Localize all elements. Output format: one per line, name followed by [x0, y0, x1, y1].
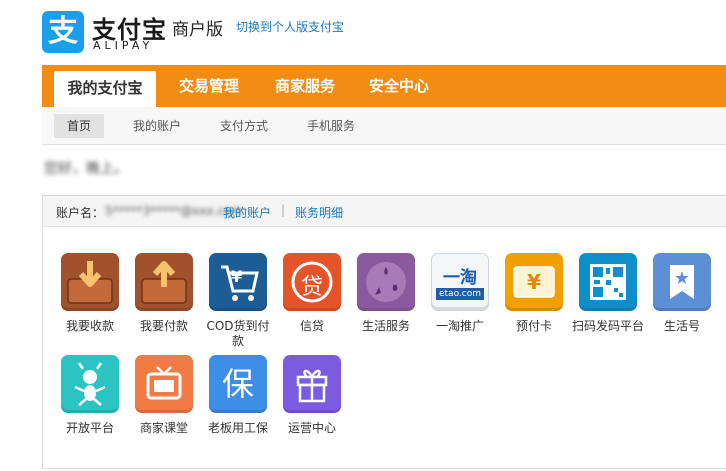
app-pay-money[interactable]: 我要付款	[127, 253, 201, 334]
qr-code-icon	[579, 253, 637, 311]
subtab-payment-methods[interactable]: 支付方式	[209, 114, 279, 138]
app-label: 我要付款	[139, 319, 188, 333]
app-receive-money[interactable]: 我要收款	[53, 253, 127, 334]
insurance-glyph: 保	[221, 365, 254, 403]
subtab-my-account[interactable]: 我的账户	[122, 114, 192, 138]
app-label: 生活号	[663, 319, 700, 333]
app-label: 商家课堂	[139, 421, 188, 435]
etao-glyph: 一淘	[443, 268, 477, 288]
app-label: 预付卡	[515, 319, 552, 333]
prepaid-card-icon: ¥	[505, 253, 563, 311]
subtab-mobile-services[interactable]: 手机服务	[296, 114, 366, 138]
app-life-service[interactable]: 生活服务	[349, 253, 423, 334]
statement-link[interactable]: 账务明细	[295, 204, 343, 221]
pay-money-icon	[135, 253, 193, 311]
app-label: 扫码发码平台	[571, 319, 644, 333]
credit-loan-icon: 贷	[283, 253, 341, 311]
app-label: 信贷	[299, 319, 324, 333]
tab-my-alipay[interactable]: 我的支付宝	[54, 71, 156, 107]
app-label: COD货到付款	[206, 319, 270, 348]
app-operation-center[interactable]: 运营中心	[275, 355, 349, 436]
etao-subtext: etao.com	[436, 288, 484, 300]
cod-cart-icon: ¥	[209, 253, 267, 311]
app-etao[interactable]: 一淘 etao.com 一淘推广	[423, 253, 497, 334]
main-nav: 我的支付宝 交易管理 商家服务 安全中心	[42, 65, 726, 107]
etao-icon: 一淘 etao.com	[431, 253, 489, 311]
app-life-account[interactable]: ★ 生活号	[645, 253, 719, 334]
operation-center-icon	[283, 355, 341, 413]
merchant-class-icon	[135, 355, 193, 413]
switch-personal-link[interactable]: 切换到个人版支付宝	[236, 18, 344, 35]
app-label: 一淘推广	[435, 319, 484, 333]
app-employer-insurance[interactable]: 保 老板用工保	[201, 355, 275, 436]
tab-trade-management[interactable]: 交易管理	[164, 65, 254, 107]
credit-glyph: 贷	[300, 275, 323, 300]
employer-insurance-icon: 保	[209, 355, 267, 413]
greeting-text: 您好，晚上。	[44, 161, 128, 177]
open-platform-icon	[61, 355, 119, 413]
app-cod[interactable]: ¥ COD货到付款	[201, 253, 275, 349]
app-qr-platform[interactable]: 扫码发码平台	[571, 253, 645, 334]
my-account-link[interactable]: 我的账户	[223, 204, 271, 221]
alipay-logo-icon[interactable]: 支	[42, 11, 84, 53]
account-bar: 账户名： 5*****3*****@xxx.com 我的账户 | 账务明细	[43, 196, 726, 227]
sub-nav: 首页 我的账户 支付方式 手机服务	[42, 107, 726, 145]
cod-glyph: ¥	[231, 267, 243, 286]
link-separator: |	[281, 203, 286, 217]
app-label: 老板用工保	[207, 421, 268, 435]
subtab-home[interactable]: 首页	[54, 114, 104, 138]
receive-money-icon	[61, 253, 119, 311]
app-merchant-class[interactable]: 商家课堂	[127, 355, 201, 436]
app-prepaid-card[interactable]: ¥ 预付卡	[497, 253, 571, 334]
app-label: 我要收款	[65, 319, 114, 333]
account-label: 账户名：	[56, 206, 105, 220]
account-panel: 账户名： 5*****3*****@xxx.com 我的账户 | 账务明细 我要…	[42, 195, 726, 469]
app-label: 开放平台	[65, 421, 114, 435]
life-account-glyph: ★	[673, 268, 691, 289]
logo-text-en: ALIPAY	[93, 39, 154, 52]
life-service-icon	[357, 253, 415, 311]
app-open-platform[interactable]: 开放平台	[53, 355, 127, 436]
life-account-icon: ★	[653, 253, 711, 311]
edition-title: 商户版	[172, 20, 223, 40]
app-label: 生活服务	[361, 319, 410, 333]
tab-security-center[interactable]: 安全中心	[354, 65, 444, 107]
tab-merchant-services[interactable]: 商家服务	[260, 65, 350, 107]
app-credit[interactable]: 贷 信贷	[275, 253, 349, 334]
prepaid-glyph: ¥	[527, 270, 541, 294]
app-label: 运营中心	[287, 421, 336, 435]
